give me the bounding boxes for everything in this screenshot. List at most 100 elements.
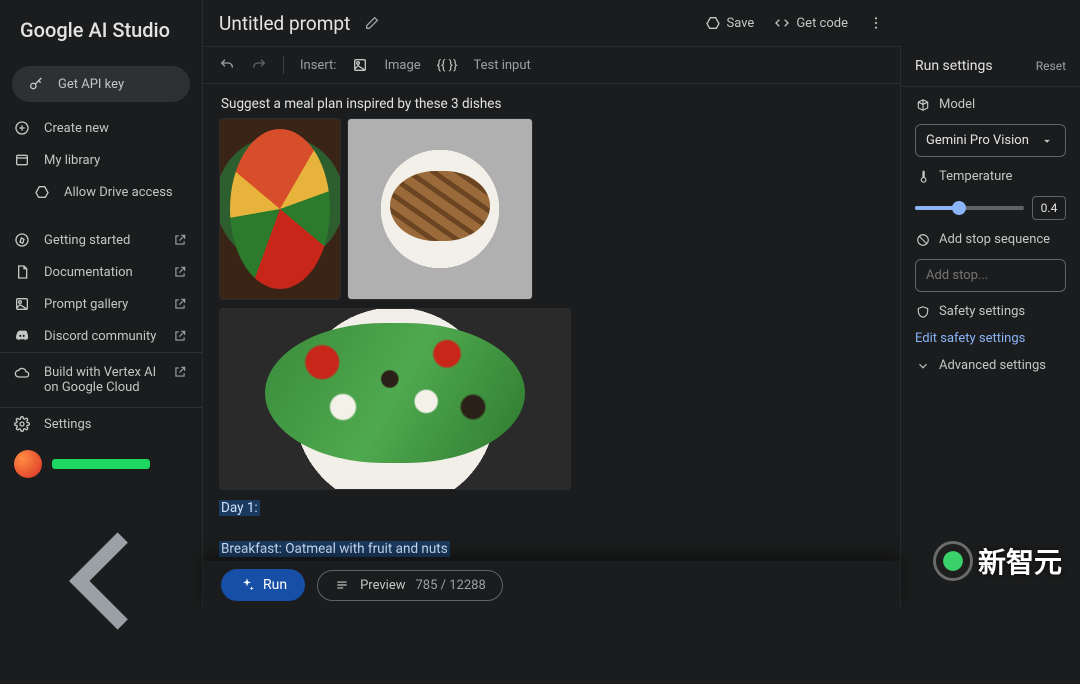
plus-circle-icon <box>14 120 30 136</box>
compass-icon <box>14 232 30 248</box>
get-code-button[interactable]: Get code <box>774 15 848 31</box>
drive-save-icon <box>705 15 721 31</box>
safety-label: Safety settings <box>915 304 1066 319</box>
model-label: Model <box>915 97 1066 112</box>
stop-sequence-label: Add stop sequence <box>915 232 1066 247</box>
settings-label: Settings <box>44 417 91 432</box>
run-settings-title: Run settings <box>915 58 993 74</box>
bottom-bar: Run Preview 785 / 12288 <box>203 561 900 609</box>
cloud-icon <box>14 365 30 381</box>
preview-label: Preview <box>360 578 405 593</box>
undo-icon[interactable] <box>219 57 235 73</box>
collapse-sidebar-button[interactable] <box>0 488 202 678</box>
redo-icon[interactable] <box>251 57 267 73</box>
token-count: 785 / 12288 <box>416 578 486 593</box>
shield-icon <box>915 305 931 319</box>
code-icon <box>774 15 790 31</box>
library-icon <box>14 152 30 168</box>
forbid-icon <box>915 233 931 247</box>
external-link-icon <box>172 265 188 279</box>
image-row <box>219 118 884 300</box>
discord-icon <box>14 328 30 344</box>
edit-icon[interactable] <box>364 15 380 31</box>
image-icon[interactable] <box>352 57 368 73</box>
main: Untitled prompt Save Get code Insert: Im… <box>203 0 900 609</box>
content[interactable]: Suggest a meal plan inspired by these 3 … <box>203 84 900 609</box>
getting-started-link[interactable]: Getting started <box>0 224 202 256</box>
external-link-icon <box>172 297 188 311</box>
documentation-label: Documentation <box>44 265 133 280</box>
watermark-logo-icon <box>936 544 970 578</box>
sidebar: Google AI Studio Get API key Create new … <box>0 0 203 609</box>
allow-drive-button[interactable]: Allow Drive access <box>0 176 202 208</box>
toolbar: Insert: Image {{ }} Test input <box>203 46 900 84</box>
account-row[interactable] <box>0 440 202 488</box>
run-settings-panel: Run settings Reset Model Gemini Pro Visi… <box>900 46 1080 609</box>
run-button[interactable]: Run <box>221 569 305 601</box>
external-link-icon <box>172 329 188 343</box>
user-prompt[interactable]: Suggest a meal plan inspired by these 3 … <box>221 96 884 112</box>
preview-toggle[interactable]: Preview 785 / 12288 <box>317 570 503 601</box>
edit-safety-link[interactable]: Edit safety settings <box>915 331 1066 346</box>
create-new-button[interactable]: Create new <box>0 112 202 144</box>
app-logo: Google AI Studio <box>0 0 202 60</box>
external-link-icon <box>172 365 188 379</box>
my-library-button[interactable]: My library <box>0 144 202 176</box>
gear-icon <box>14 416 30 432</box>
model-name: Gemini Pro Vision <box>926 133 1029 148</box>
api-key-label: Get API key <box>58 77 124 92</box>
test-input-icon[interactable]: {{ }} <box>437 58 458 73</box>
cube-icon <box>915 98 931 112</box>
attached-image-3[interactable] <box>219 308 571 490</box>
thermometer-icon <box>915 170 931 184</box>
prompt-gallery-label: Prompt gallery <box>44 297 128 312</box>
key-icon <box>28 76 44 92</box>
reset-button[interactable]: Reset <box>1036 59 1066 73</box>
allow-drive-label: Allow Drive access <box>64 185 173 200</box>
settings-button[interactable]: Settings <box>0 408 202 440</box>
discord-label: Discord community <box>44 329 156 344</box>
topbar: Untitled prompt Save Get code <box>203 0 900 46</box>
discord-link[interactable]: Discord community <box>0 320 202 352</box>
more-icon[interactable] <box>868 15 884 31</box>
insert-label: Insert: <box>300 58 336 73</box>
save-button[interactable]: Save <box>705 15 755 31</box>
save-label: Save <box>727 16 755 31</box>
external-link-icon <box>172 233 188 247</box>
attached-image-1[interactable] <box>219 118 341 300</box>
getting-started-label: Getting started <box>44 233 130 248</box>
response-breakfast: Breakfast: Oatmeal with fruit and nuts <box>219 541 450 557</box>
get-code-label: Get code <box>796 16 848 31</box>
create-new-label: Create new <box>44 121 109 136</box>
my-library-label: My library <box>44 153 100 168</box>
temperature-label: Temperature <box>915 169 1066 184</box>
prompt-gallery-link[interactable]: Prompt gallery <box>0 288 202 320</box>
watermark-text: 新智元 <box>978 541 1062 581</box>
drive-icon <box>34 184 50 200</box>
watermark: 新智元 <box>936 541 1062 581</box>
get-api-key-button[interactable]: Get API key <box>12 66 190 102</box>
vertex-ai-link[interactable]: Build with Vertex AI on Google Cloud <box>0 352 202 408</box>
model-select[interactable]: Gemini Pro Vision <box>915 124 1066 157</box>
documentation-link[interactable]: Documentation <box>0 256 202 288</box>
stop-sequence-input[interactable] <box>915 259 1066 292</box>
test-input-label[interactable]: Test input <box>473 58 530 73</box>
run-label: Run <box>263 577 287 593</box>
temperature-value[interactable]: 0.4 <box>1032 196 1066 220</box>
advanced-settings-toggle[interactable]: Advanced settings <box>915 358 1066 373</box>
separator <box>283 56 284 74</box>
list-icon <box>334 578 350 592</box>
doc-icon <box>14 264 30 280</box>
chevron-down-icon <box>1039 134 1055 148</box>
temperature-slider[interactable]: 0.4 <box>915 196 1066 220</box>
response-day: Day 1: <box>219 500 260 516</box>
chevron-left-icon <box>14 494 188 668</box>
gallery-icon <box>14 296 30 312</box>
quota-bar <box>52 459 150 469</box>
chevron-down-icon <box>915 359 931 373</box>
avatar <box>14 450 42 478</box>
sparkle-icon <box>239 577 255 593</box>
insert-image-label[interactable]: Image <box>384 58 420 73</box>
attached-image-2[interactable] <box>347 118 533 300</box>
vertex-label: Build with Vertex AI on Google Cloud <box>44 365 158 395</box>
